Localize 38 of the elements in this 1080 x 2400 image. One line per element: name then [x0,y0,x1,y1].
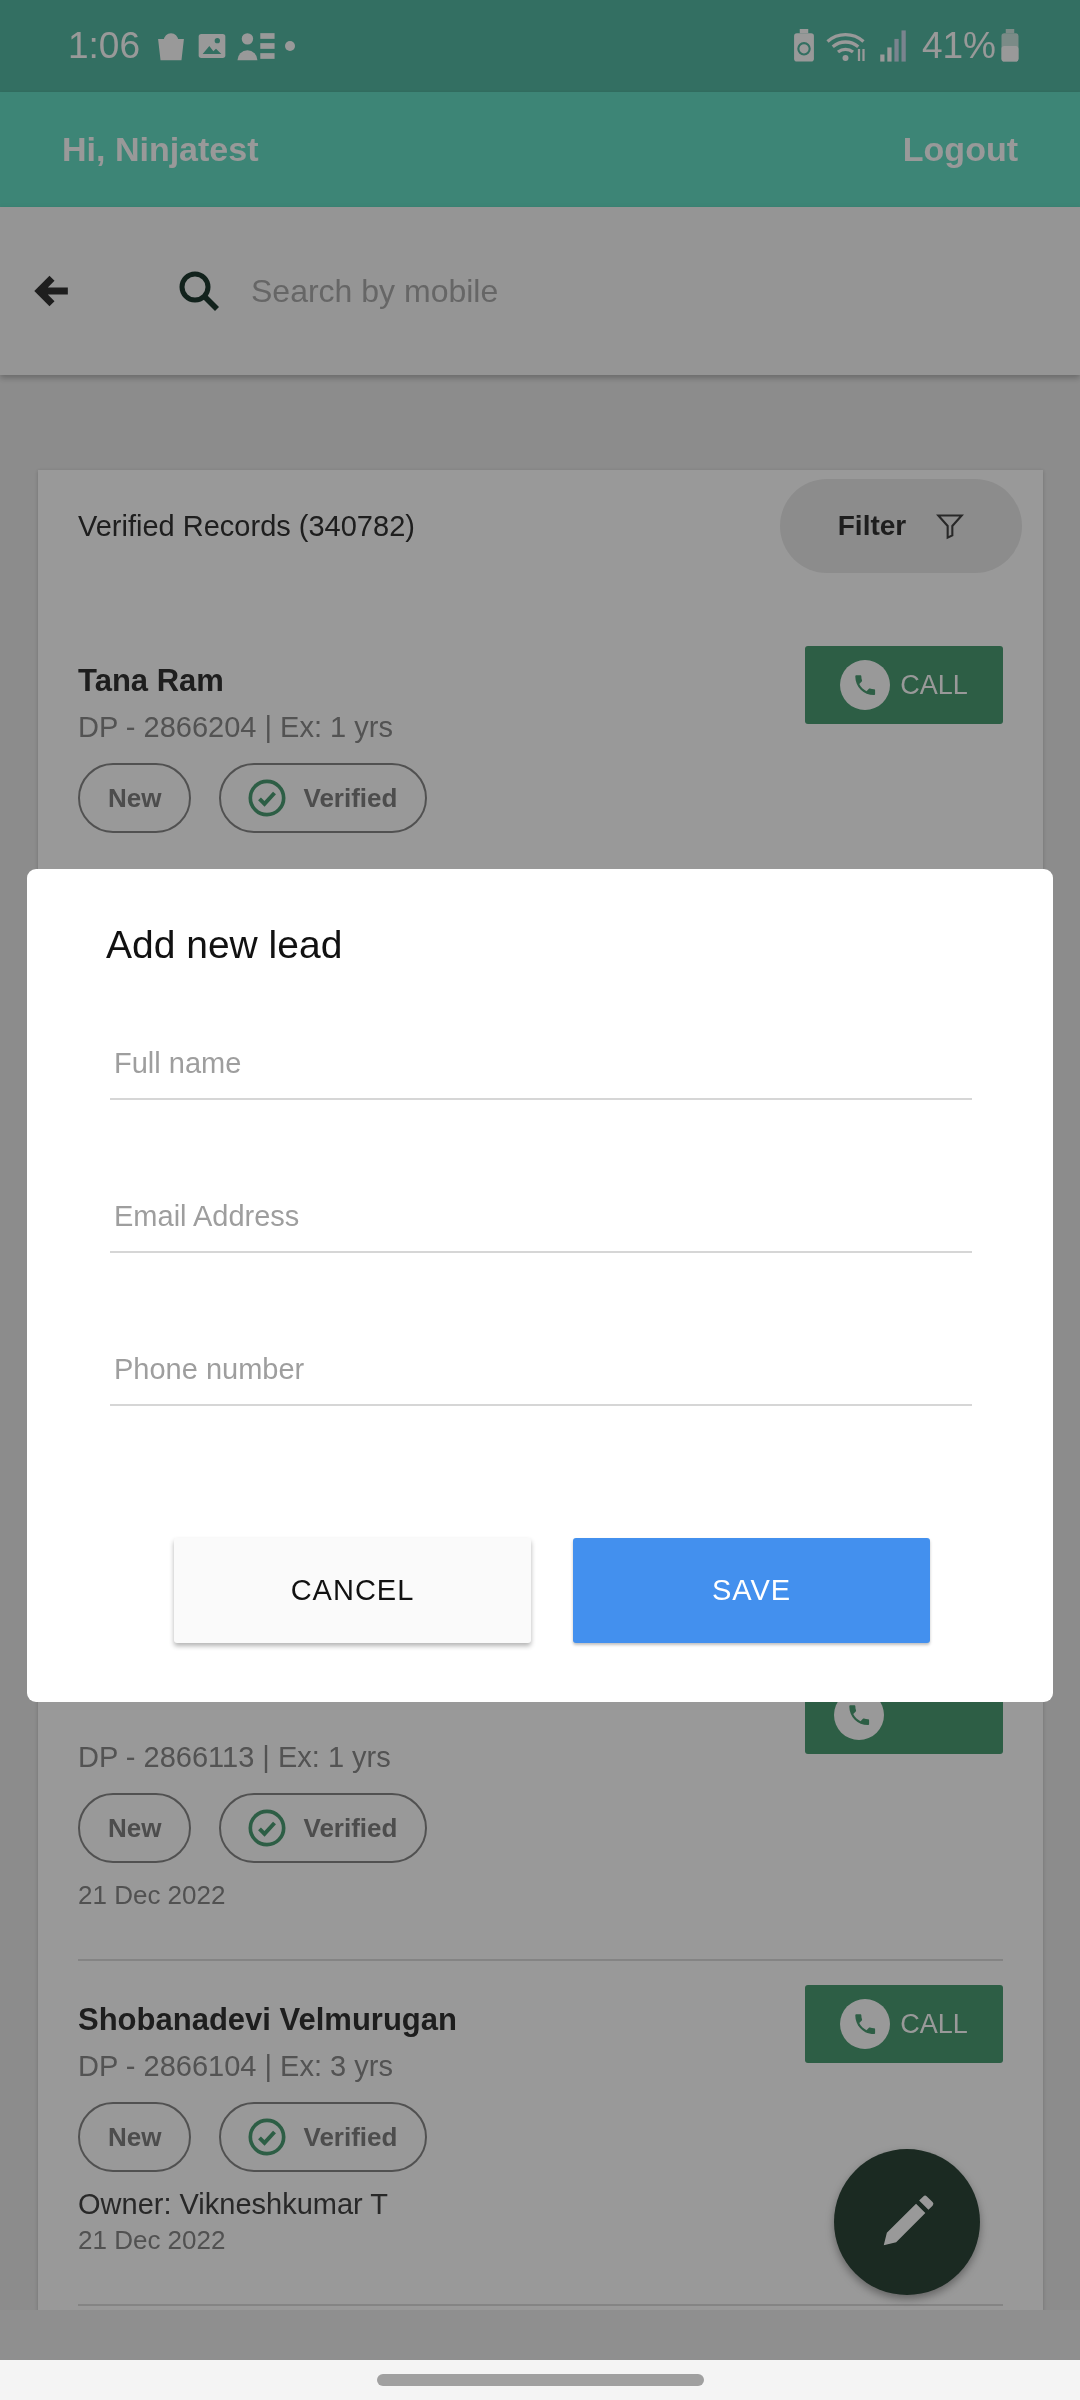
verified-chip: Verified [219,763,428,833]
notification-dot-icon [284,40,296,52]
filter-button[interactable]: Filter [780,479,1022,573]
call-button[interactable]: CALL [805,646,1003,724]
battery-icon [1000,29,1020,63]
check-circle-icon [247,778,288,818]
cancel-button[interactable]: CANCEL [174,1538,531,1643]
status-chip: New [78,1793,192,1863]
input-field[interactable]: Email Address [110,1200,972,1253]
battery-saver-icon [791,29,816,63]
check-circle-icon [247,1808,288,1848]
lead-name: Tana Ram [78,662,225,700]
check-circle-icon [247,2117,288,2157]
lead-date: 21 Dec 2022 [78,1879,227,1912]
records-title: Verified Records (340782) [78,509,415,543]
status-chip: New [78,2102,192,2172]
call-button[interactable]: CALL [805,1985,1003,2063]
status-time: 1:06 [68,25,140,67]
dialog-title: Add new lead [106,923,344,967]
lead-details: DP - 2866113 | Ex: 1 yrs [78,1740,392,1775]
lead-details: DP - 2866104 | Ex: 3 yrs [78,2049,394,2084]
save-button[interactable]: SAVE [573,1538,930,1643]
verified-chip: Verified [219,1793,428,1863]
lead-date: 21 Dec 2022 [78,2224,227,2257]
lead-details: DP - 2866204 | Ex: 1 yrs [78,710,394,745]
phone-icon [840,660,891,710]
owner-text: Owner: Vikneshkumar T [78,2187,389,2222]
phone-icon [840,1999,891,2049]
signal-icon [877,29,908,63]
funnel-icon [936,512,965,540]
battery-percent: 41% [921,25,996,67]
greeting-text: Hi, Ninjatest [62,130,259,169]
lead-name: Shobanadevi Velmurugan [78,2001,457,2039]
input-field[interactable]: Phone number [110,1353,972,1406]
home-handle[interactable] [376,2374,704,2386]
input-field[interactable]: Full name [110,1047,972,1100]
verified-chip: Verified [219,2102,428,2172]
status-chip: New [78,763,192,833]
